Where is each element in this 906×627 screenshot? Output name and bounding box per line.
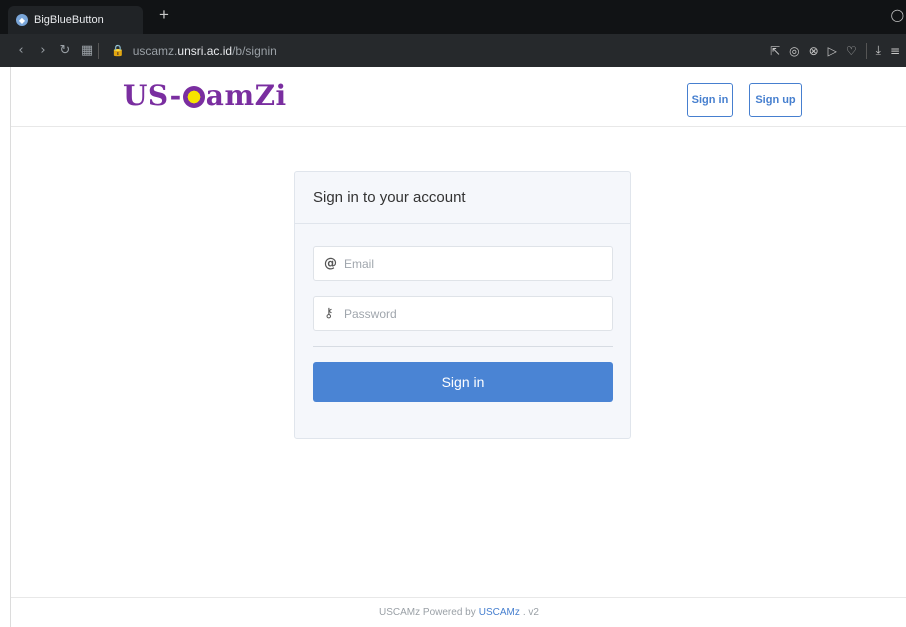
password-field[interactable]: ⚷ [313, 296, 613, 331]
url-host: unsri.ac.id [177, 43, 233, 58]
url-field[interactable]: 🔒 uscamz.unsri.ac.id/b/signin [111, 44, 277, 58]
toolbar-divider-right [865, 42, 867, 59]
header-signup-button[interactable]: Sign up [749, 83, 802, 117]
back-icon[interactable]: ‹ [10, 43, 32, 58]
toolbar-divider [98, 42, 99, 59]
forward-icon[interactable]: › [32, 43, 54, 58]
toolbar-right-icons: ⇱ ◎ ⊗ ▷ ♡ ⤓ ≡ [770, 34, 900, 67]
card-header: Sign in to your account [295, 172, 630, 224]
tab-overflow-icon: ◯ [890, 8, 904, 22]
new-tab-button[interactable]: + [159, 5, 169, 25]
card-title: Sign in to your account [313, 189, 466, 206]
app-viewport: US-amZi Sign in Sign up Sign in to your … [10, 67, 906, 627]
tab-title: BigBlueButton [34, 14, 104, 26]
heart-icon[interactable]: ♡ [846, 44, 857, 58]
header-signin-button[interactable]: Sign in [687, 83, 733, 117]
send-icon[interactable]: ▷ [828, 44, 837, 58]
bigbluebutton-favicon-icon: ◆ [16, 14, 28, 26]
app-header: US-amZi Sign in Sign up [11, 67, 906, 127]
signin-submit-button[interactable]: Sign in [313, 362, 613, 402]
browser-addressbar: ‹ › ↻ ▦ 🔒 uscamz.unsri.ac.id/b/signin ⇱ … [0, 34, 906, 67]
email-field[interactable]: @ [313, 246, 613, 281]
form-divider [313, 346, 613, 347]
camera-icon[interactable]: ◎ [789, 44, 799, 58]
site-logo[interactable]: US-amZi [123, 79, 287, 112]
footer-link[interactable]: USCAMz [479, 607, 520, 618]
url-path: /b/signin [232, 43, 277, 58]
at-sign-icon: @ [324, 256, 337, 271]
footer-version: . v2 [522, 607, 539, 618]
share-icon[interactable]: ⇱ [770, 44, 780, 58]
lock-icon: 🔒 [111, 45, 125, 57]
reload-icon[interactable]: ↻ [54, 43, 76, 58]
logo-c-icon [182, 85, 205, 108]
menu-icon[interactable]: ≡ [890, 44, 900, 58]
shield-icon[interactable]: ⊗ [809, 44, 819, 58]
url-prefix: uscamz. [132, 43, 178, 58]
signin-card: Sign in to your account @ ⚷ Sign in [294, 171, 631, 439]
browser-tabbar: ◆ BigBlueButton + ◯ [0, 0, 906, 34]
browser-tab[interactable]: ◆ BigBlueButton [8, 6, 143, 34]
key-icon: ⚷ [324, 306, 334, 321]
grid-icon[interactable]: ▦ [76, 43, 98, 58]
footer-text: USCAMz Powered by [379, 607, 476, 618]
page-footer: USCAMz Powered by USCAMz . v2 [11, 597, 906, 627]
email-input[interactable] [344, 256, 594, 271]
logo-prefix: US- [123, 79, 182, 112]
download-icon[interactable]: ⤓ [876, 43, 881, 58]
password-input[interactable] [344, 306, 594, 321]
logo-suffix: amZi [205, 79, 287, 112]
